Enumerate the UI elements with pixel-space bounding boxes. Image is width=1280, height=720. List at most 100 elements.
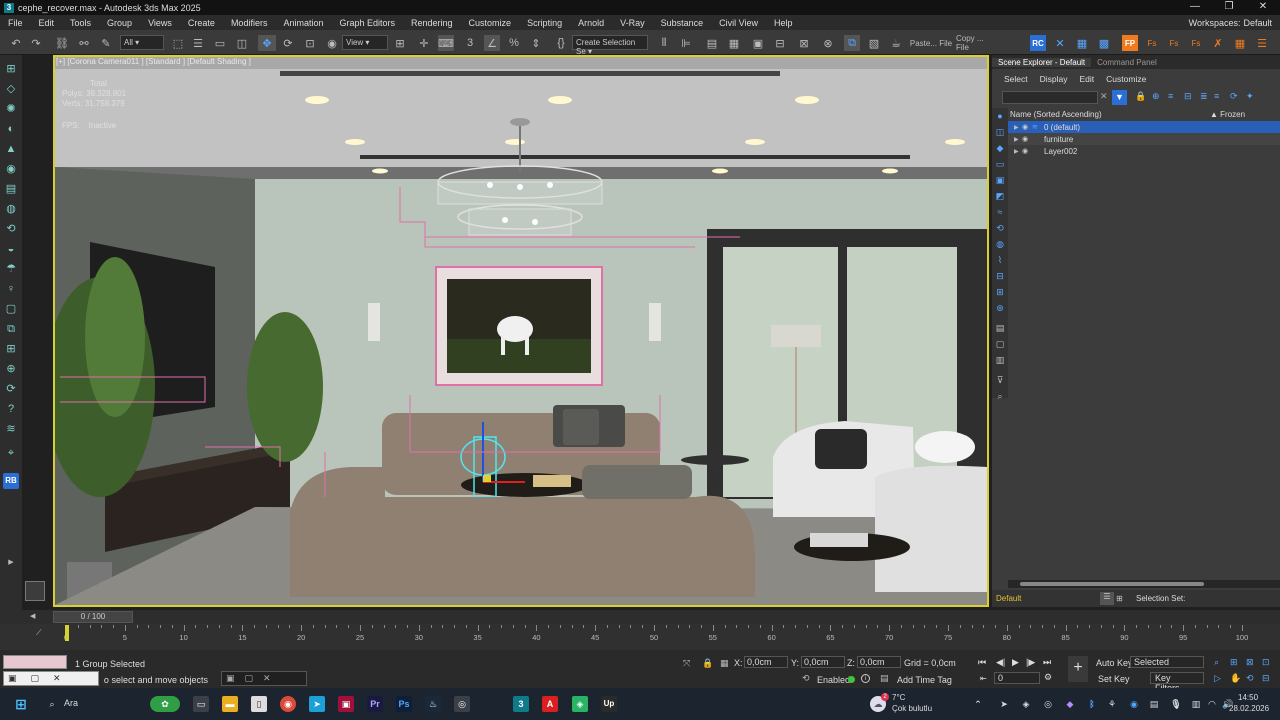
scale-icon[interactable]: ⊡	[302, 35, 318, 51]
field-of-view-icon[interactable]: ▷	[1214, 673, 1221, 684]
fs-icon-1[interactable]: Fs	[1144, 35, 1160, 51]
pointer-tool-icon[interactable]: ⌖	[3, 445, 19, 461]
sync-icon[interactable]: ⟳	[1230, 91, 1238, 102]
viewport-layout-icon[interactable]	[25, 581, 45, 601]
info-icon[interactable]: i	[861, 674, 870, 683]
se-menu-customize[interactable]: Customize	[1106, 74, 1146, 84]
key-mode-dropdown[interactable]: Selected	[1130, 656, 1204, 668]
display-particles-icon[interactable]: ⊟	[994, 270, 1006, 282]
rc-icon[interactable]: RC	[1030, 35, 1046, 51]
prev-key-icon[interactable]: ◀|	[996, 657, 1005, 668]
tray-app-icon[interactable]: ⚘	[1104, 696, 1120, 712]
spacewarps-tool-icon[interactable]: ◉	[3, 161, 19, 177]
prev-frame-icon[interactable]: ◀	[30, 612, 35, 620]
forest-grid-icon[interactable]: ▦	[1232, 35, 1248, 51]
key-mode-icon[interactable]: ⇤	[980, 674, 987, 683]
tray-app-icon[interactable]: ◈	[1018, 696, 1034, 712]
zoom-extents-all-icon[interactable]: ⊡	[1262, 657, 1270, 668]
link-icon[interactable]: ⛓	[54, 35, 70, 51]
schematic-view-icon[interactable]: ⊠	[796, 35, 812, 51]
select-object-icon[interactable]: ⬚	[170, 35, 186, 51]
close-button[interactable]: ✕	[1246, 0, 1280, 15]
telegram-tray-icon[interactable]: ➤	[996, 696, 1012, 712]
set-key-button[interactable]: Set Key	[1098, 674, 1130, 684]
place-icon[interactable]: ◉	[324, 35, 340, 51]
wifi-icon[interactable]: ◠	[1204, 696, 1220, 712]
spinner-snap-icon[interactable]: ⇕	[528, 35, 544, 51]
se-menu-display[interactable]: Display	[1040, 74, 1068, 84]
layer-row[interactable]: ▶ ◉ ≋ 0 (default)	[1008, 121, 1280, 133]
selection-set-icon[interactable]: ⊞	[1116, 594, 1130, 603]
set-key-icon[interactable]: +	[1068, 656, 1088, 682]
telegram-icon[interactable]: ➤	[309, 696, 325, 712]
display-frozen-icon[interactable]: ⊛	[994, 302, 1006, 314]
rb-icon[interactable]: RB	[3, 473, 19, 489]
isolate-tool-icon[interactable]: ⊕	[3, 361, 19, 377]
display-helpers-icon[interactable]: ◩	[994, 190, 1006, 202]
display-bones-icon[interactable]: ⌇	[994, 254, 1006, 266]
layer-row[interactable]: ▶ ◉ furniture	[1008, 133, 1280, 145]
current-frame-field[interactable]: 0	[994, 672, 1040, 684]
display-lights-icon[interactable]: ▭	[994, 158, 1006, 170]
new-layer-icon[interactable]: ⊕	[1152, 91, 1160, 102]
timeline-ruler[interactable]: ⟋ 05101520253035404550556065707580859095…	[0, 624, 1280, 650]
lock-icon[interactable]: 🔒	[1135, 91, 1146, 102]
tab-command-panel[interactable]: Command Panel	[1091, 58, 1163, 67]
timeline-playhead[interactable]	[65, 625, 69, 641]
maxscript-listener[interactable]	[3, 655, 67, 669]
copy-file-button[interactable]: Copy ... File	[956, 34, 998, 52]
snapshot-tool-icon[interactable]: ▢	[3, 301, 19, 317]
zoom-icon[interactable]: ⌕	[1214, 657, 1219, 668]
taskbar-group[interactable]: ▣ ▢ ✕	[221, 671, 307, 686]
forest-list-icon[interactable]: ☰	[1254, 35, 1270, 51]
named-selection-icon[interactable]: {}	[554, 35, 568, 51]
mini-listener[interactable]: ▣ ▢ ✕	[3, 671, 99, 686]
tray-app-icon[interactable]: ◆	[1062, 696, 1078, 712]
green-app-icon[interactable]: ◈	[572, 696, 588, 712]
fs-icon-3[interactable]: Fs	[1188, 35, 1204, 51]
render-setup-icon[interactable]: ⧉	[844, 35, 860, 51]
app-red-icon[interactable]: ▣	[338, 696, 354, 712]
systems-tool-icon[interactable]: ▤	[3, 181, 19, 197]
bind-spacewarp-icon[interactable]: ✎	[98, 35, 114, 51]
chrome-icon[interactable]: ◉	[280, 696, 296, 712]
motion-tool-icon[interactable]: ◒	[3, 241, 19, 257]
visibility-eye-icon[interactable]: ◉	[1022, 123, 1032, 131]
menu-arnold[interactable]: Arnold	[570, 18, 612, 28]
clear-search-icon[interactable]: ✕	[1100, 91, 1108, 102]
expand-arrow-icon[interactable]: ▶	[3, 555, 19, 571]
menu-customize[interactable]: Customize	[461, 18, 520, 28]
menu-substance[interactable]: Substance	[653, 18, 712, 28]
utilities-tool-icon[interactable]: ♀	[3, 281, 19, 297]
se-menu-select[interactable]: Select	[1004, 74, 1028, 84]
menu-tools[interactable]: Tools	[62, 18, 99, 28]
display-all-icon[interactable]: ●	[994, 110, 1006, 122]
render-production-icon[interactable]: ☕	[888, 35, 904, 51]
file-explorer-icon[interactable]: ▬	[222, 696, 238, 712]
zoom-all-icon[interactable]: ⊞	[1230, 657, 1238, 668]
zoom-extents-icon[interactable]: ⊠	[1246, 657, 1254, 668]
display-cameras-icon[interactable]: ▣	[994, 174, 1006, 186]
select-all-icon[interactable]: ▤	[994, 322, 1006, 334]
shapes-tool-icon[interactable]: ◇	[3, 81, 19, 97]
tab-scene-explorer[interactable]: Scene Explorer - Default	[992, 57, 1092, 67]
y-field[interactable]: 0,0cm	[801, 656, 845, 668]
workspace-selector[interactable]: Workspaces: Default	[1189, 15, 1272, 30]
display-containers-icon[interactable]: ⊞	[994, 286, 1006, 298]
window-crossing-icon[interactable]: ◫	[234, 35, 250, 51]
microphone-icon[interactable]: 🎙	[1168, 696, 1184, 712]
expand-arrow-icon[interactable]: ▶	[1014, 148, 1022, 155]
gizmo-plane[interactable]	[483, 475, 491, 482]
rect-selection-icon[interactable]: ▭	[212, 35, 228, 51]
named-selection-dropdown[interactable]: Create Selection Se ▾	[572, 35, 648, 56]
selection-lock-icon[interactable]: 🔒	[702, 658, 713, 669]
display-tool-icon[interactable]: ☂	[3, 261, 19, 277]
column-frozen[interactable]: ▲ Frozen	[1210, 110, 1245, 119]
absolute-mode-icon[interactable]: ▦	[720, 658, 729, 669]
menu-vray[interactable]: V-Ray	[612, 18, 653, 28]
clock-date[interactable]: 28.02.2026	[1229, 704, 1269, 713]
acrobat-icon[interactable]: A	[542, 696, 558, 712]
keyboard-shortcut-icon[interactable]: ⌨	[438, 35, 454, 51]
group-tool-icon[interactable]: ⊞	[3, 341, 19, 357]
rendered-frame-window-icon[interactable]: ▧	[866, 35, 882, 51]
